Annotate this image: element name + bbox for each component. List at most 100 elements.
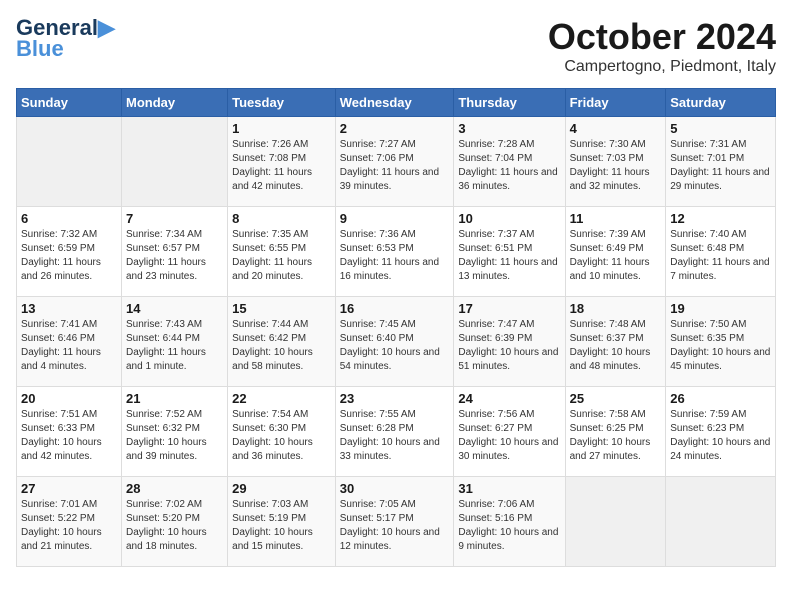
calendar-cell: 2 Sunrise: 7:27 AM Sunset: 7:06 PM Daylig… — [335, 117, 454, 207]
day-info: Sunrise: 7:40 AM Sunset: 6:48 PM Dayligh… — [670, 228, 771, 284]
day-number: 1 — [232, 121, 331, 136]
calendar-cell: 4 Sunrise: 7:30 AM Sunset: 7:03 PM Daylig… — [565, 117, 666, 207]
calendar-cell: 29 Sunrise: 7:03 AM Sunset: 5:19 PM Dayli… — [228, 477, 336, 567]
day-number: 27 — [21, 481, 117, 496]
day-number: 8 — [232, 211, 331, 226]
calendar-week-2: 6 Sunrise: 7:32 AM Sunset: 6:59 PM Daylig… — [17, 207, 776, 297]
day-number: 25 — [570, 391, 662, 406]
calendar-cell: 21 Sunrise: 7:52 AM Sunset: 6:32 PM Dayli… — [121, 387, 227, 477]
calendar-cell: 12 Sunrise: 7:40 AM Sunset: 6:48 PM Dayli… — [666, 207, 776, 297]
weekday-header-row: SundayMondayTuesdayWednesdayThursdayFrid… — [17, 89, 776, 117]
weekday-header-monday: Monday — [121, 89, 227, 117]
weekday-header-saturday: Saturday — [666, 89, 776, 117]
day-info: Sunrise: 7:01 AM Sunset: 5:22 PM Dayligh… — [21, 498, 117, 554]
calendar-cell: 17 Sunrise: 7:47 AM Sunset: 6:39 PM Dayli… — [454, 297, 565, 387]
logo: General▶ Blue — [16, 16, 115, 62]
day-info: Sunrise: 7:59 AM Sunset: 6:23 PM Dayligh… — [670, 408, 771, 464]
day-number: 24 — [458, 391, 560, 406]
day-info: Sunrise: 7:05 AM Sunset: 5:17 PM Dayligh… — [340, 498, 450, 554]
day-info: Sunrise: 7:06 AM Sunset: 5:16 PM Dayligh… — [458, 498, 560, 554]
day-info: Sunrise: 7:45 AM Sunset: 6:40 PM Dayligh… — [340, 318, 450, 374]
day-number: 5 — [670, 121, 771, 136]
day-info: Sunrise: 7:39 AM Sunset: 6:49 PM Dayligh… — [570, 228, 662, 284]
day-info: Sunrise: 7:02 AM Sunset: 5:20 PM Dayligh… — [126, 498, 223, 554]
calendar-cell: 15Sunrise: 7:44 AM Sunset: 6:42 PM Dayli… — [228, 297, 336, 387]
day-info: Sunrise: 7:26 AM Sunset: 7:08 PM Dayligh… — [232, 138, 331, 194]
day-number: 23 — [340, 391, 450, 406]
weekday-header-tuesday: Tuesday — [228, 89, 336, 117]
calendar-cell: 30 Sunrise: 7:05 AM Sunset: 5:17 PM Dayli… — [335, 477, 454, 567]
day-info: Sunrise: 7:32 AM Sunset: 6:59 PM Dayligh… — [21, 228, 117, 284]
calendar-cell: 20Sunrise: 7:51 AM Sunset: 6:33 PM Dayli… — [17, 387, 122, 477]
day-info: Sunrise: 7:30 AM Sunset: 7:03 PM Dayligh… — [570, 138, 662, 194]
day-info: Sunrise: 7:41 AM Sunset: 6:46 PM Dayligh… — [21, 318, 117, 374]
calendar-cell: 18 Sunrise: 7:48 AM Sunset: 6:37 PM Dayli… — [565, 297, 666, 387]
calendar-cell: 19Sunrise: 7:50 AM Sunset: 6:35 PM Dayli… — [666, 297, 776, 387]
day-info: Sunrise: 7:37 AM Sunset: 6:51 PM Dayligh… — [458, 228, 560, 284]
calendar-week-4: 20Sunrise: 7:51 AM Sunset: 6:33 PM Dayli… — [17, 387, 776, 477]
day-number: 29 — [232, 481, 331, 496]
day-info: Sunrise: 7:58 AM Sunset: 6:25 PM Dayligh… — [570, 408, 662, 464]
calendar-cell: 24 Sunrise: 7:56 AM Sunset: 6:27 PM Dayli… — [454, 387, 565, 477]
day-info: Sunrise: 7:54 AM Sunset: 6:30 PM Dayligh… — [232, 408, 331, 464]
calendar-cell — [666, 477, 776, 567]
day-info: Sunrise: 7:48 AM Sunset: 6:37 PM Dayligh… — [570, 318, 662, 374]
day-number: 7 — [126, 211, 223, 226]
day-info: Sunrise: 7:28 AM Sunset: 7:04 PM Dayligh… — [458, 138, 560, 194]
day-number: 2 — [340, 121, 450, 136]
calendar-cell — [17, 117, 122, 207]
day-number: 21 — [126, 391, 223, 406]
month-title: October 2024 — [548, 16, 776, 58]
calendar-cell: 8 Sunrise: 7:35 AM Sunset: 6:55 PM Daylig… — [228, 207, 336, 297]
calendar-cell: 16Sunrise: 7:45 AM Sunset: 6:40 PM Dayli… — [335, 297, 454, 387]
day-number: 10 — [458, 211, 560, 226]
calendar-cell: 10 Sunrise: 7:37 AM Sunset: 6:51 PM Dayli… — [454, 207, 565, 297]
day-number: 6 — [21, 211, 117, 226]
calendar-cell: 22 Sunrise: 7:54 AM Sunset: 6:30 PM Dayli… — [228, 387, 336, 477]
day-info: Sunrise: 7:56 AM Sunset: 6:27 PM Dayligh… — [458, 408, 560, 464]
day-number: 30 — [340, 481, 450, 496]
calendar-cell: 26 Sunrise: 7:59 AM Sunset: 6:23 PM Dayli… — [666, 387, 776, 477]
day-info: Sunrise: 7:47 AM Sunset: 6:39 PM Dayligh… — [458, 318, 560, 374]
calendar-cell: 6 Sunrise: 7:32 AM Sunset: 6:59 PM Daylig… — [17, 207, 122, 297]
calendar-cell: 14Sunrise: 7:43 AM Sunset: 6:44 PM Dayli… — [121, 297, 227, 387]
calendar-cell: 7 Sunrise: 7:34 AM Sunset: 6:57 PM Daylig… — [121, 207, 227, 297]
calendar-cell: 23Sunrise: 7:55 AM Sunset: 6:28 PM Dayli… — [335, 387, 454, 477]
day-info: Sunrise: 7:27 AM Sunset: 7:06 PM Dayligh… — [340, 138, 450, 194]
day-info: Sunrise: 7:03 AM Sunset: 5:19 PM Dayligh… — [232, 498, 331, 554]
calendar-cell: 13 Sunrise: 7:41 AM Sunset: 6:46 PM Dayli… — [17, 297, 122, 387]
day-number: 13 — [21, 301, 117, 316]
weekday-header-wednesday: Wednesday — [335, 89, 454, 117]
calendar-table: SundayMondayTuesdayWednesdayThursdayFrid… — [16, 88, 776, 567]
calendar-cell: 11 Sunrise: 7:39 AM Sunset: 6:49 PM Dayli… — [565, 207, 666, 297]
weekday-header-friday: Friday — [565, 89, 666, 117]
day-number: 22 — [232, 391, 331, 406]
calendar-cell — [565, 477, 666, 567]
day-number: 12 — [670, 211, 771, 226]
day-info: Sunrise: 7:34 AM Sunset: 6:57 PM Dayligh… — [126, 228, 223, 284]
logo-blue: ▶ — [98, 15, 115, 40]
day-info: Sunrise: 7:52 AM Sunset: 6:32 PM Dayligh… — [126, 408, 223, 464]
day-info: Sunrise: 7:36 AM Sunset: 6:53 PM Dayligh… — [340, 228, 450, 284]
weekday-header-thursday: Thursday — [454, 89, 565, 117]
day-number: 14 — [126, 301, 223, 316]
calendar-cell: 31 Sunrise: 7:06 AM Sunset: 5:16 PM Dayli… — [454, 477, 565, 567]
day-number: 11 — [570, 211, 662, 226]
calendar-week-3: 13 Sunrise: 7:41 AM Sunset: 6:46 PM Dayli… — [17, 297, 776, 387]
day-number: 18 — [570, 301, 662, 316]
page-header: General▶ Blue October 2024 Campertogno, … — [16, 16, 776, 76]
calendar-cell: 3Sunrise: 7:28 AM Sunset: 7:04 PM Daylig… — [454, 117, 565, 207]
logo-blue-text: Blue — [16, 36, 64, 62]
day-number: 31 — [458, 481, 560, 496]
day-number: 17 — [458, 301, 560, 316]
day-number: 4 — [570, 121, 662, 136]
day-info: Sunrise: 7:35 AM Sunset: 6:55 PM Dayligh… — [232, 228, 331, 284]
day-info: Sunrise: 7:51 AM Sunset: 6:33 PM Dayligh… — [21, 408, 117, 464]
calendar-cell: 28Sunrise: 7:02 AM Sunset: 5:20 PM Dayli… — [121, 477, 227, 567]
calendar-cell: 1 Sunrise: 7:26 AM Sunset: 7:08 PM Daylig… — [228, 117, 336, 207]
day-number: 26 — [670, 391, 771, 406]
location: Campertogno, Piedmont, Italy — [548, 58, 776, 76]
title-block: October 2024 Campertogno, Piedmont, Ital… — [548, 16, 776, 76]
calendar-cell: 25 Sunrise: 7:58 AM Sunset: 6:25 PM Dayli… — [565, 387, 666, 477]
weekday-header-sunday: Sunday — [17, 89, 122, 117]
